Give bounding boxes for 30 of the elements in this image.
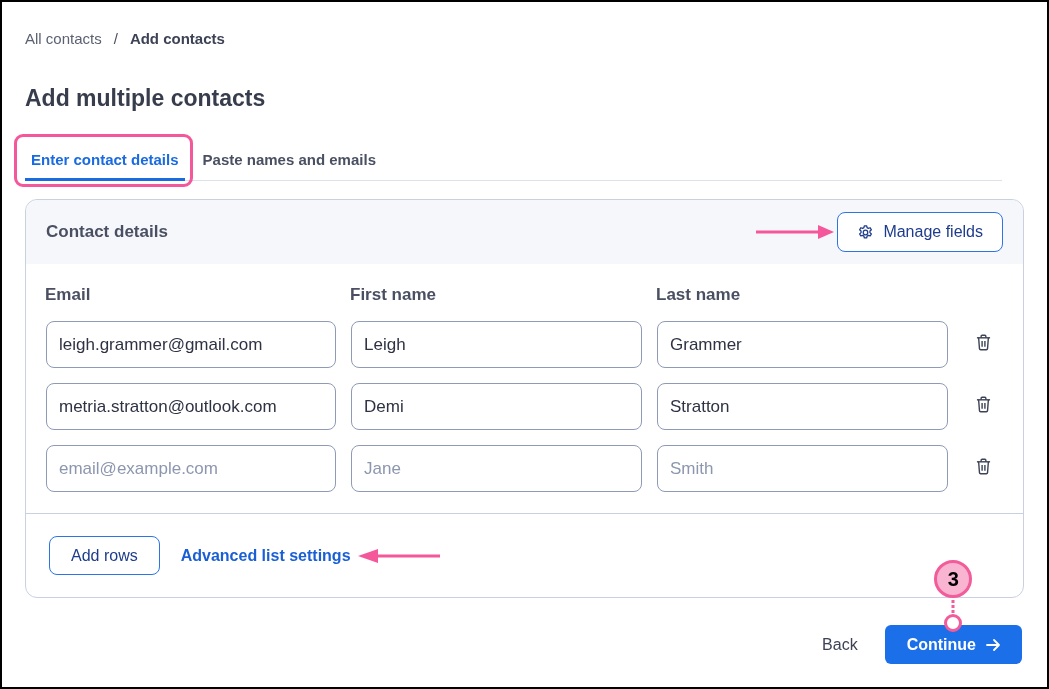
page-title: Add multiple contacts: [25, 84, 267, 112]
breadcrumb-current: Add contacts: [129, 29, 225, 49]
breadcrumb-separator: /: [113, 29, 118, 49]
column-header: First name: [350, 284, 437, 306]
input-field[interactable]: leigh.grammer@gmail.com: [46, 321, 336, 368]
input-field[interactable]: Stratton: [657, 383, 948, 430]
back-button[interactable]: Back: [822, 632, 858, 657]
input-field[interactable]: Demi: [351, 383, 642, 430]
manage-fields-button[interactable]: Manage fields: [837, 212, 1003, 252]
tab[interactable]: Paste names and emails: [196, 141, 382, 181]
breadcrumb-link[interactable]: All contacts: [25, 29, 102, 49]
input-field[interactable]: Grammer: [657, 321, 948, 368]
step-pointer-icon: [944, 600, 963, 632]
input-field[interactable]: Jane: [351, 445, 642, 492]
input-field[interactable]: Leigh: [351, 321, 642, 368]
input-field[interactable]: Smith: [657, 445, 948, 492]
tab[interactable]: Enter contact details: [25, 141, 185, 181]
settings-icon: [857, 223, 875, 241]
advanced-list-settings-link[interactable]: Advanced list settings: [180, 543, 351, 568]
section-title: Contact details: [46, 221, 168, 244]
arrow-right-icon: [986, 637, 1000, 652]
trash-icon[interactable]: [976, 396, 991, 413]
column-header: Last name: [656, 284, 742, 306]
input-field[interactable]: metria.stratton@outlook.com: [46, 383, 336, 430]
trash-icon[interactable]: [976, 458, 991, 475]
input-field[interactable]: email@example.com: [46, 445, 336, 492]
trash-icon[interactable]: [976, 334, 991, 351]
add-rows-button[interactable]: Add rows: [49, 536, 160, 575]
continue-button[interactable]: Continue: [884, 625, 1022, 664]
column-header: Email: [45, 284, 92, 306]
